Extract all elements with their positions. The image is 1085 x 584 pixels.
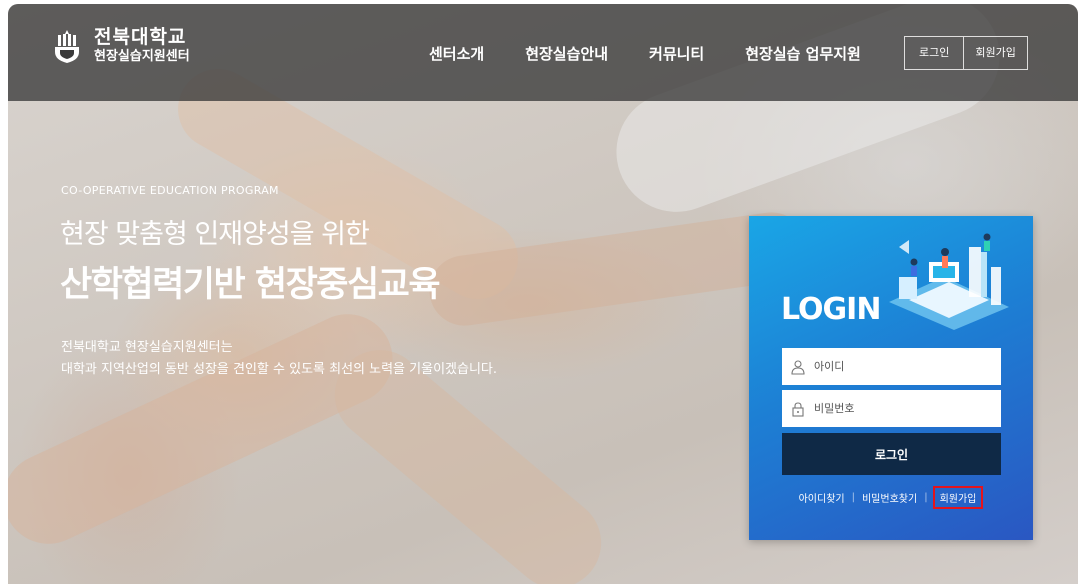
hero-description-line: 전북대학교 현장실습지원센터는 xyxy=(61,340,233,355)
site-logo[interactable]: 전북대학교 현장실습지원센터 xyxy=(52,26,190,66)
university-emblem-icon xyxy=(55,30,79,63)
link-separator: | xyxy=(851,492,855,503)
link-separator: | xyxy=(924,492,928,503)
signup-link[interactable]: 회원가입 xyxy=(932,486,984,509)
id-input[interactable] xyxy=(812,359,986,374)
logo-center-name: 현장실습지원센터 xyxy=(94,49,190,64)
find-password-link[interactable]: 비밀번호찾기 xyxy=(862,490,917,505)
hero-description-line: 대학과 지역산업의 동반 성장을 견인할 수 있도록 최선의 노력을 기울이겠습… xyxy=(61,362,498,377)
main-nav: 센터소개 현장실습안내 커뮤니티 현장실습 업무지원 xyxy=(429,43,902,64)
hero-section: 전북대학교 현장실습지원센터 센터소개 현장실습안내 커뮤니티 현장실습 업무지… xyxy=(8,4,1078,584)
hero-eyebrow: CO-OPERATIVE EDUCATION PROGRAM xyxy=(61,184,279,197)
login-button[interactable]: 로그인 xyxy=(782,433,1001,475)
header-signup-link[interactable]: 회원가입 xyxy=(963,37,1026,69)
id-field xyxy=(782,348,1001,385)
password-field xyxy=(782,390,1001,427)
nav-item-practice-guide[interactable]: 현장실습안내 xyxy=(525,43,608,64)
password-input[interactable] xyxy=(812,401,986,416)
nav-item-community[interactable]: 커뮤니티 xyxy=(649,43,704,64)
find-id-link[interactable]: 아이디찾기 xyxy=(799,490,845,505)
hero-description: 전북대학교 현장실습지원센터는 대학과 지역산업의 동반 성장을 견인할 수 있… xyxy=(61,337,497,381)
login-panel: LOGIN 로그인 아이디찾기 | 비밀번호찾기 | 회원가입 xyxy=(749,216,1033,540)
top-navigation-bar: 전북대학교 현장실습지원센터 센터소개 현장실습안내 커뮤니티 현장실습 업무지… xyxy=(8,4,1078,101)
logo-university-name: 전북대학교 xyxy=(94,26,187,48)
header-login-link[interactable]: 로그인 xyxy=(905,37,963,69)
nav-item-center-intro[interactable]: 센터소개 xyxy=(429,43,484,64)
isometric-office-illustration-icon xyxy=(889,233,1009,330)
lock-icon xyxy=(792,401,804,417)
hero-subtitle: 현장 맞춤형 인재양성을 위한 xyxy=(60,219,370,250)
auth-links: 로그인 회원가입 xyxy=(904,36,1028,70)
user-icon xyxy=(791,359,805,375)
login-title: LOGIN xyxy=(781,292,881,327)
login-helper-links: 아이디찾기 | 비밀번호찾기 | 회원가입 xyxy=(749,486,1033,509)
nav-item-practice-support[interactable]: 현장실습 업무지원 xyxy=(745,43,861,64)
hero-title: 산학협력기반 현장중심교육 xyxy=(60,265,441,305)
